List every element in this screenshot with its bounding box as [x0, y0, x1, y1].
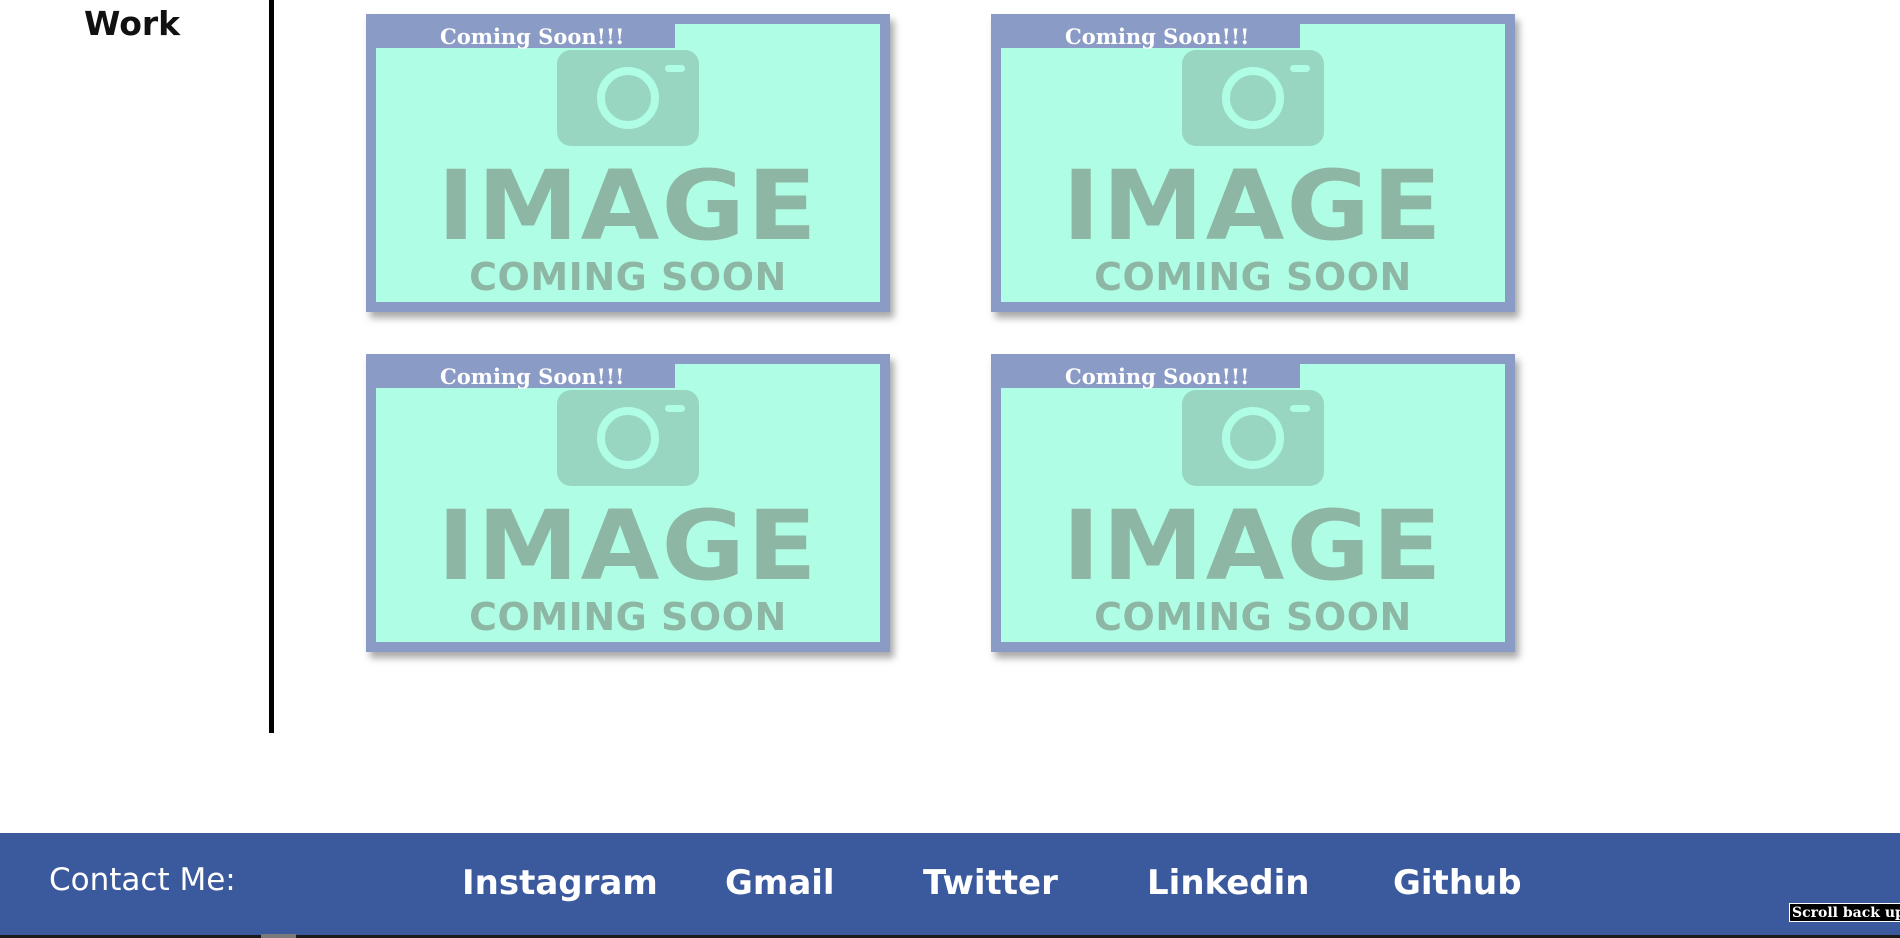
work-card-3[interactable]: Coming Soon!!! IMAGE COMING SOON [366, 354, 890, 652]
card-badge-label: Coming Soon!!! [1065, 24, 1250, 49]
camera-icon [557, 390, 699, 486]
linkedin-link[interactable]: Linkedin [1147, 863, 1309, 903]
card-badge-label: Coming Soon!!! [440, 24, 625, 49]
image-placeholder-title: IMAGE [437, 150, 819, 262]
work-section-title: Work [84, 4, 181, 43]
image-placeholder-subtitle: COMING SOON [1094, 595, 1412, 639]
card-badge-label: Coming Soon!!! [1065, 364, 1250, 389]
gmail-link[interactable]: Gmail [725, 863, 835, 903]
camera-icon [1182, 50, 1324, 146]
card-badge-label: Coming Soon!!! [440, 364, 625, 389]
work-card-2[interactable]: Coming Soon!!! IMAGE COMING SOON [991, 14, 1515, 312]
scrollbar-thumb[interactable] [261, 934, 296, 938]
work-card-4[interactable]: Coming Soon!!! IMAGE COMING SOON [991, 354, 1515, 652]
scroll-back-up-button[interactable]: Scroll back up [1789, 903, 1900, 922]
image-placeholder-subtitle: COMING SOON [1094, 255, 1412, 299]
vertical-divider [269, 0, 274, 733]
camera-icon [557, 50, 699, 146]
image-placeholder-subtitle: COMING SOON [469, 595, 787, 639]
instagram-link[interactable]: Instagram [462, 863, 658, 903]
card-badge: Coming Soon!!! [376, 364, 675, 389]
camera-icon [1182, 390, 1324, 486]
twitter-link[interactable]: Twitter [923, 863, 1058, 903]
github-link[interactable]: Github [1393, 863, 1522, 903]
image-placeholder-title: IMAGE [1062, 150, 1444, 262]
card-badge: Coming Soon!!! [376, 24, 675, 49]
contact-footer: Contact Me: Instagram Gmail Twitter Link… [0, 833, 1900, 935]
image-placeholder-title: IMAGE [1062, 490, 1444, 602]
work-page: Work Coming Soon!!! IMAGE COMING SOON Co… [0, 0, 1900, 938]
card-badge: Coming Soon!!! [1001, 364, 1300, 389]
image-placeholder-subtitle: COMING SOON [469, 255, 787, 299]
work-card-1[interactable]: Coming Soon!!! IMAGE COMING SOON [366, 14, 890, 312]
contact-label: Contact Me: [49, 862, 236, 898]
card-badge: Coming Soon!!! [1001, 24, 1300, 49]
image-placeholder-title: IMAGE [437, 490, 819, 602]
